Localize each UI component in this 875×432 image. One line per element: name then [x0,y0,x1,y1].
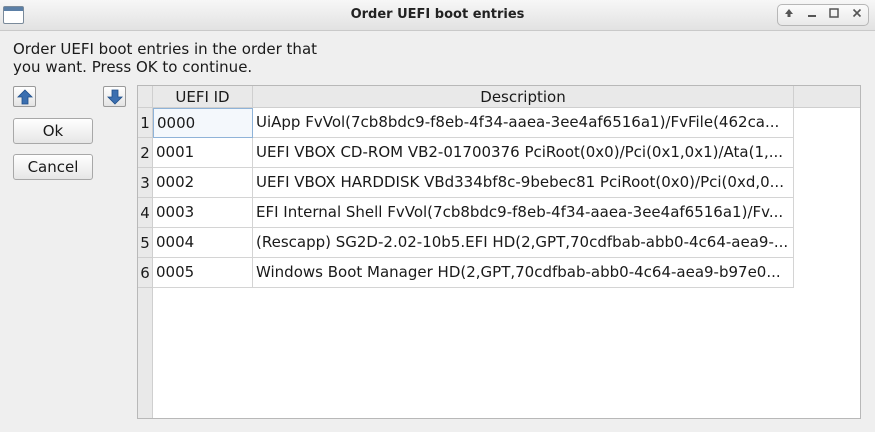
cell-description[interactable]: EFI Internal Shell FvVol(7cb8bdc9-f8eb-4… [253,198,794,228]
table-header: UEFI ID Description [153,86,860,108]
column-header-uefi-id[interactable]: UEFI ID [153,86,253,108]
move-down-button[interactable] [103,86,126,107]
row-header[interactable]: 1 [138,108,153,138]
arrow-down-icon [107,89,123,105]
cell-uefi-id[interactable]: 0001 [153,138,253,168]
cell-description[interactable]: UiApp FvVol(7cb8bdc9-f8eb-4f34-aaea-3ee4… [253,108,794,138]
row-header[interactable]: 2 [138,138,153,168]
boot-entries-table[interactable]: UEFI ID Description 1 0000 UiApp FvVol(7cb… [137,85,861,419]
row-header[interactable]: 3 [138,168,153,198]
maximize-icon[interactable] [826,7,842,23]
instruction-text: Order UEFI boot entries in the order tha… [13,40,318,76]
title-bar: Order UEFI boot entries [0,0,875,31]
cell-uefi-id[interactable]: 0005 [153,258,253,288]
close-icon[interactable] [849,7,865,23]
cell-uefi-id[interactable]: 0002 [153,168,253,198]
up-icon[interactable] [781,7,797,23]
cell-description[interactable]: UEFI VBOX CD-ROM VB2-01700376 PciRoot(0x… [253,138,794,168]
cell-uefi-id[interactable]: 0003 [153,198,253,228]
row-header[interactable]: 6 [138,258,153,288]
cell-uefi-id[interactable]: 0000 [153,108,253,138]
ok-button[interactable]: Ok [13,118,93,144]
cancel-button[interactable]: Cancel [13,154,93,180]
cell-description[interactable]: (Rescapp) SG2D-2.02-10b5.EFI HD(2,GPT,70… [253,228,794,258]
move-up-button[interactable] [13,86,36,107]
cell-description[interactable]: Windows Boot Manager HD(2,GPT,70cdfbab-a… [253,258,794,288]
table-corner [138,86,153,108]
minimize-icon[interactable] [804,7,820,23]
row-header[interactable]: 4 [138,198,153,228]
cell-description[interactable]: UEFI VBOX HARDDISK VBd334bf8c-9bebec81 P… [253,168,794,198]
column-header-description[interactable]: Description [253,86,794,108]
row-header[interactable]: 5 [138,228,153,258]
arrow-up-icon [17,89,33,105]
window-controls [777,4,869,26]
window-title: Order UEFI boot entries [350,7,525,22]
cell-uefi-id[interactable]: 0004 [153,228,253,258]
